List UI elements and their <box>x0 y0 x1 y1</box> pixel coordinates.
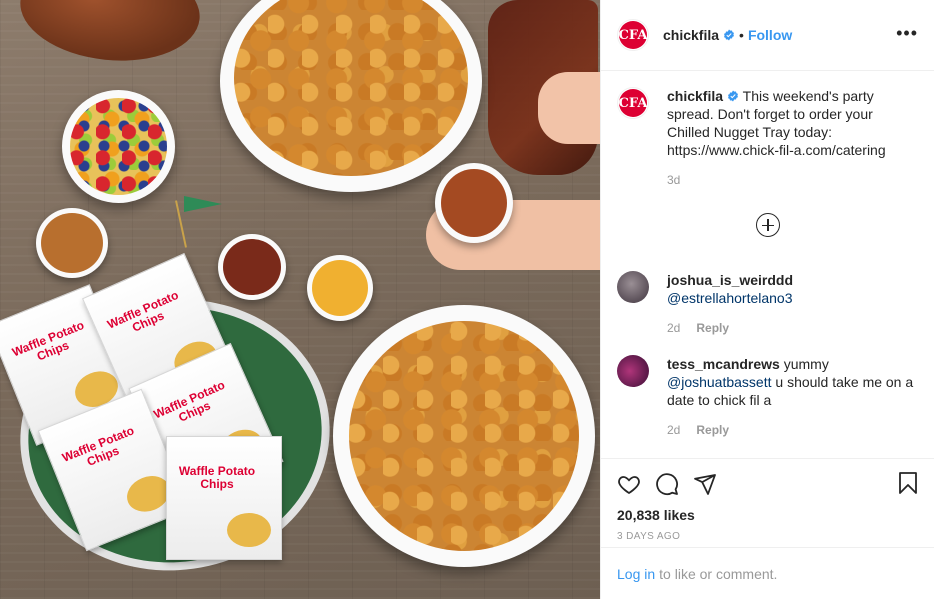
header-username[interactable]: chickfila <box>663 27 719 43</box>
reply-button[interactable]: Reply <box>696 421 729 439</box>
more-options-icon[interactable]: ••• <box>896 24 918 42</box>
comment-item: tess_mcandrews yummy @joshuatbassett u s… <box>617 355 918 439</box>
comment-username[interactable]: joshua_is_weirddd <box>667 272 793 288</box>
comment-time[interactable]: 2d <box>667 319 680 337</box>
comment-item: joshua_is_weirddd @estrellahortelano3 2d… <box>617 271 918 337</box>
verified-icon <box>724 29 735 41</box>
caption-username[interactable]: chickfila <box>667 88 723 104</box>
comment-mention[interactable]: @estrellahortelano3 <box>667 290 793 306</box>
comment-time[interactable]: 2d <box>667 421 680 439</box>
likes-count[interactable]: 20,838 likes <box>617 507 918 523</box>
brand-logo: CFA <box>619 21 647 49</box>
nugget-bowl-image <box>220 0 482 192</box>
profile-avatar[interactable]: CFA <box>617 19 649 51</box>
sauce-cup-image <box>218 234 286 300</box>
bookmark-icon[interactable] <box>896 471 920 495</box>
post-caption: CFA chickfila This weekend's party sprea… <box>617 87 918 189</box>
comment-username[interactable]: tess_mcandrews <box>667 356 780 372</box>
caption-avatar[interactable]: CFA <box>617 87 649 119</box>
heart-icon[interactable] <box>617 472 641 496</box>
comments-section: CFA chickfila This weekend's party sprea… <box>601 71 934 458</box>
post-side-panel: CFA chickfila • Follow ••• CFA chickfila <box>600 0 934 599</box>
load-more-comments[interactable] <box>617 213 918 237</box>
login-prompt-text: to like or comment. <box>659 565 778 582</box>
verified-icon <box>728 90 739 102</box>
follow-button[interactable]: Follow <box>748 27 792 43</box>
commenter-avatar[interactable] <box>617 355 649 387</box>
post-header: CFA chickfila • Follow ••• <box>601 0 934 71</box>
separator-dot: • <box>739 27 744 43</box>
commenter-avatar[interactable] <box>617 271 649 303</box>
sauce-cup-image <box>307 255 373 321</box>
post-actions: 20,838 likes 3 DAYS AGO Log in to like o… <box>601 458 934 599</box>
hand-image <box>538 72 600 144</box>
share-icon[interactable] <box>693 472 717 496</box>
fruit-bowl-image <box>62 90 175 203</box>
post-date[interactable]: 3 DAYS AGO <box>617 531 918 542</box>
comment-icon[interactable] <box>655 472 679 496</box>
comment-text: yummy <box>783 356 829 372</box>
sauce-cup-image <box>36 208 108 278</box>
instagram-post: Waffle Potato Chips Waffle Potato Chips … <box>0 0 934 599</box>
football-image <box>15 0 205 70</box>
chip-bag-image: Waffle Potato Chips <box>166 436 282 560</box>
load-more-icon[interactable] <box>755 213 780 237</box>
brand-logo: CFA <box>619 89 647 117</box>
flag-image <box>184 196 222 212</box>
login-link[interactable]: Log in <box>617 566 655 582</box>
login-prompt: Log in to like or comment. <box>601 547 934 599</box>
tea-cup-image <box>435 163 513 243</box>
reply-button[interactable]: Reply <box>696 319 729 337</box>
nugget-bowl-image <box>333 305 595 567</box>
action-icons <box>617 469 918 499</box>
comment-mention[interactable]: @joshuatbassett <box>667 374 772 390</box>
post-photo[interactable]: Waffle Potato Chips Waffle Potato Chips … <box>0 0 600 599</box>
caption-time[interactable]: 3d <box>667 171 680 189</box>
